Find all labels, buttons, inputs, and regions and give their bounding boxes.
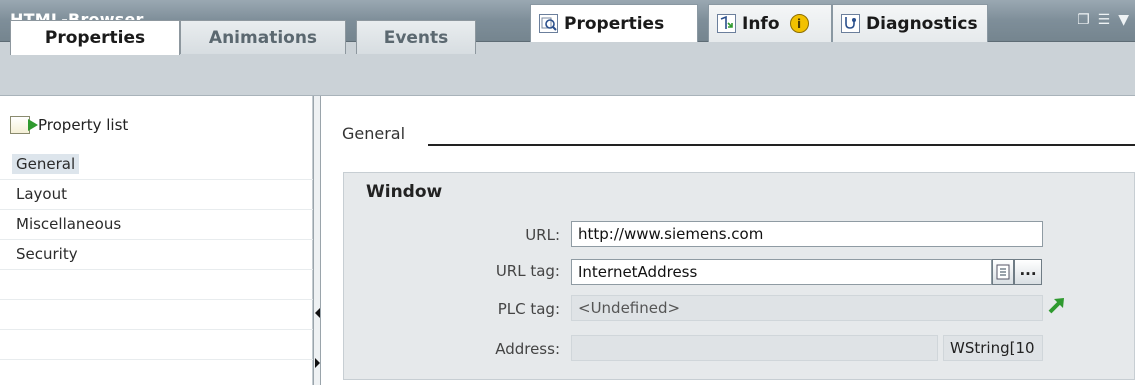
tab-events[interactable]: Events [356, 20, 476, 54]
expand-right-icon[interactable] [315, 358, 320, 368]
sidebar-item-miscellaneous[interactable]: Miscellaneous [0, 211, 313, 240]
tab-diagnostics-label: Diagnostics [866, 13, 978, 34]
address-field [571, 335, 938, 361]
menu-icon[interactable]: ☰ [1098, 12, 1111, 28]
url-tag-label: URL tag: [495, 262, 560, 280]
tab-animations-label: Animations [208, 27, 318, 48]
tab-events-label: Events [383, 27, 449, 48]
window-controls: ❐ ☰ ▼ [1077, 12, 1129, 28]
info-badge: i [789, 14, 809, 33]
restore-icon[interactable]: ❐ [1077, 12, 1090, 28]
list-icon [996, 264, 1010, 280]
section-title: General [342, 124, 406, 143]
sidebar-empty-row [0, 331, 313, 360]
info-icon [717, 14, 736, 33]
tab-properties-view-label: Properties [564, 13, 665, 34]
collapse-left-icon[interactable] [315, 308, 320, 318]
data-type-field: WString[10 [943, 335, 1043, 361]
tab-properties-label: Properties [44, 28, 146, 48]
browse-button[interactable]: ... [1014, 259, 1042, 285]
property-list-icon [10, 116, 38, 134]
tab-properties-view[interactable]: Properties [530, 4, 698, 42]
plc-tag-field: <Undefined> [571, 295, 1043, 321]
plc-tag-label: PLC tag: [497, 300, 560, 318]
url-label: URL: [525, 226, 560, 244]
tab-info-label: Info [742, 13, 780, 34]
properties-icon [539, 14, 558, 33]
sidebar-item-general[interactable]: General [0, 151, 313, 180]
sidebar-empty-row [0, 271, 313, 300]
tab-animations[interactable]: Animations [180, 20, 346, 54]
sidebar-item-security[interactable]: Security [0, 241, 313, 270]
sidebar-item-label: Security [16, 245, 78, 263]
sidebar-item-label: General [12, 154, 80, 174]
tab-info[interactable]: Info i [708, 4, 832, 42]
property-list-header[interactable]: Property list [10, 116, 128, 134]
goto-arrow-icon[interactable] [1048, 296, 1066, 314]
section-divider [428, 144, 1135, 146]
tag-list-button[interactable] [992, 259, 1014, 285]
tab-diagnostics[interactable]: Diagnostics [832, 4, 988, 42]
property-list-title: Property list [38, 116, 129, 134]
sidebar-item-label: Layout [16, 185, 67, 203]
address-label: Address: [495, 340, 560, 358]
sidebar-empty-row [0, 301, 313, 330]
diagnostics-icon [841, 14, 860, 33]
url-field[interactable]: http://www.siemens.com [571, 221, 1043, 247]
chevron-down-icon[interactable]: ▼ [1118, 12, 1129, 28]
sidebar-item-layout[interactable]: Layout [0, 181, 313, 210]
sidebar-item-label: Miscellaneous [16, 215, 122, 233]
tab-properties[interactable]: Properties [10, 20, 180, 55]
splitter[interactable] [313, 96, 321, 385]
url-tag-field[interactable]: InternetAddress [571, 259, 992, 285]
group-title: Window [366, 182, 443, 202]
